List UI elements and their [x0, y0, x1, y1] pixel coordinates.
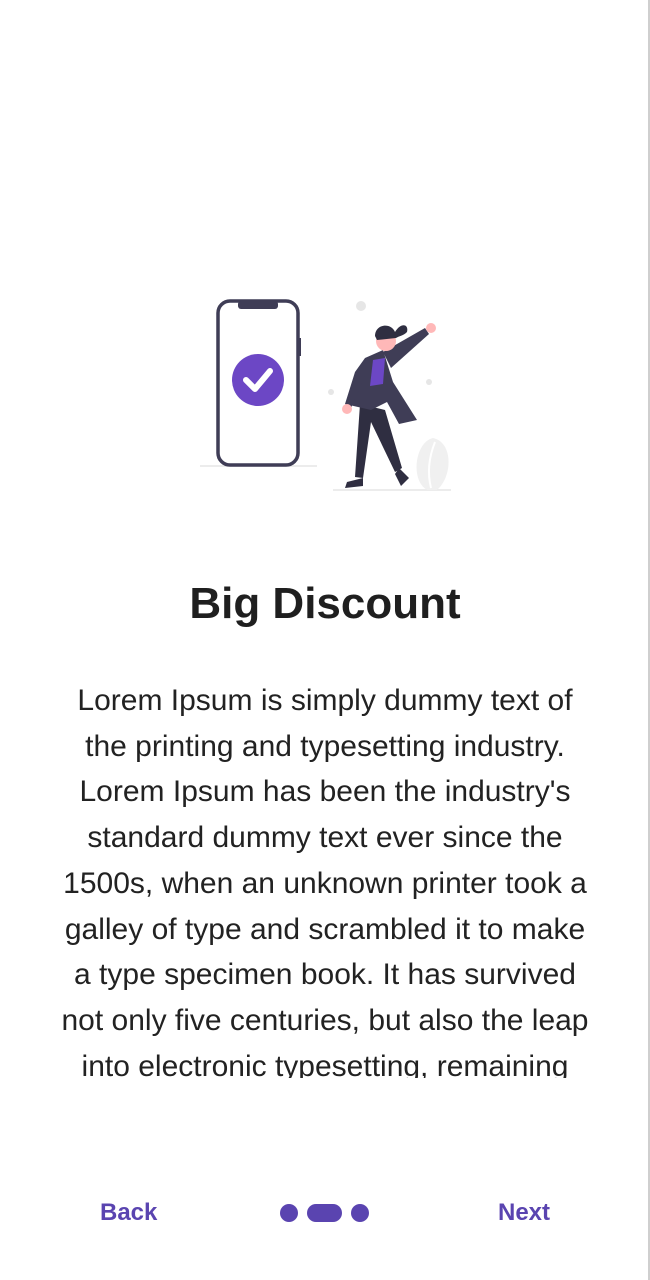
- description-text[interactable]: Lorem Ipsum is simply dummy text of the …: [55, 678, 595, 1078]
- page-dot-1[interactable]: [280, 1204, 298, 1222]
- page-title: Big Discount: [189, 579, 461, 628]
- page-dot-3[interactable]: [351, 1204, 369, 1222]
- onboarding-footer: Back Next: [0, 1188, 650, 1238]
- back-button[interactable]: Back: [100, 1188, 157, 1238]
- onboarding-illustration: [195, 292, 457, 497]
- page-dot-2-active[interactable]: [307, 1204, 342, 1222]
- page-indicator: [280, 1204, 369, 1222]
- next-button[interactable]: Next: [498, 1188, 550, 1238]
